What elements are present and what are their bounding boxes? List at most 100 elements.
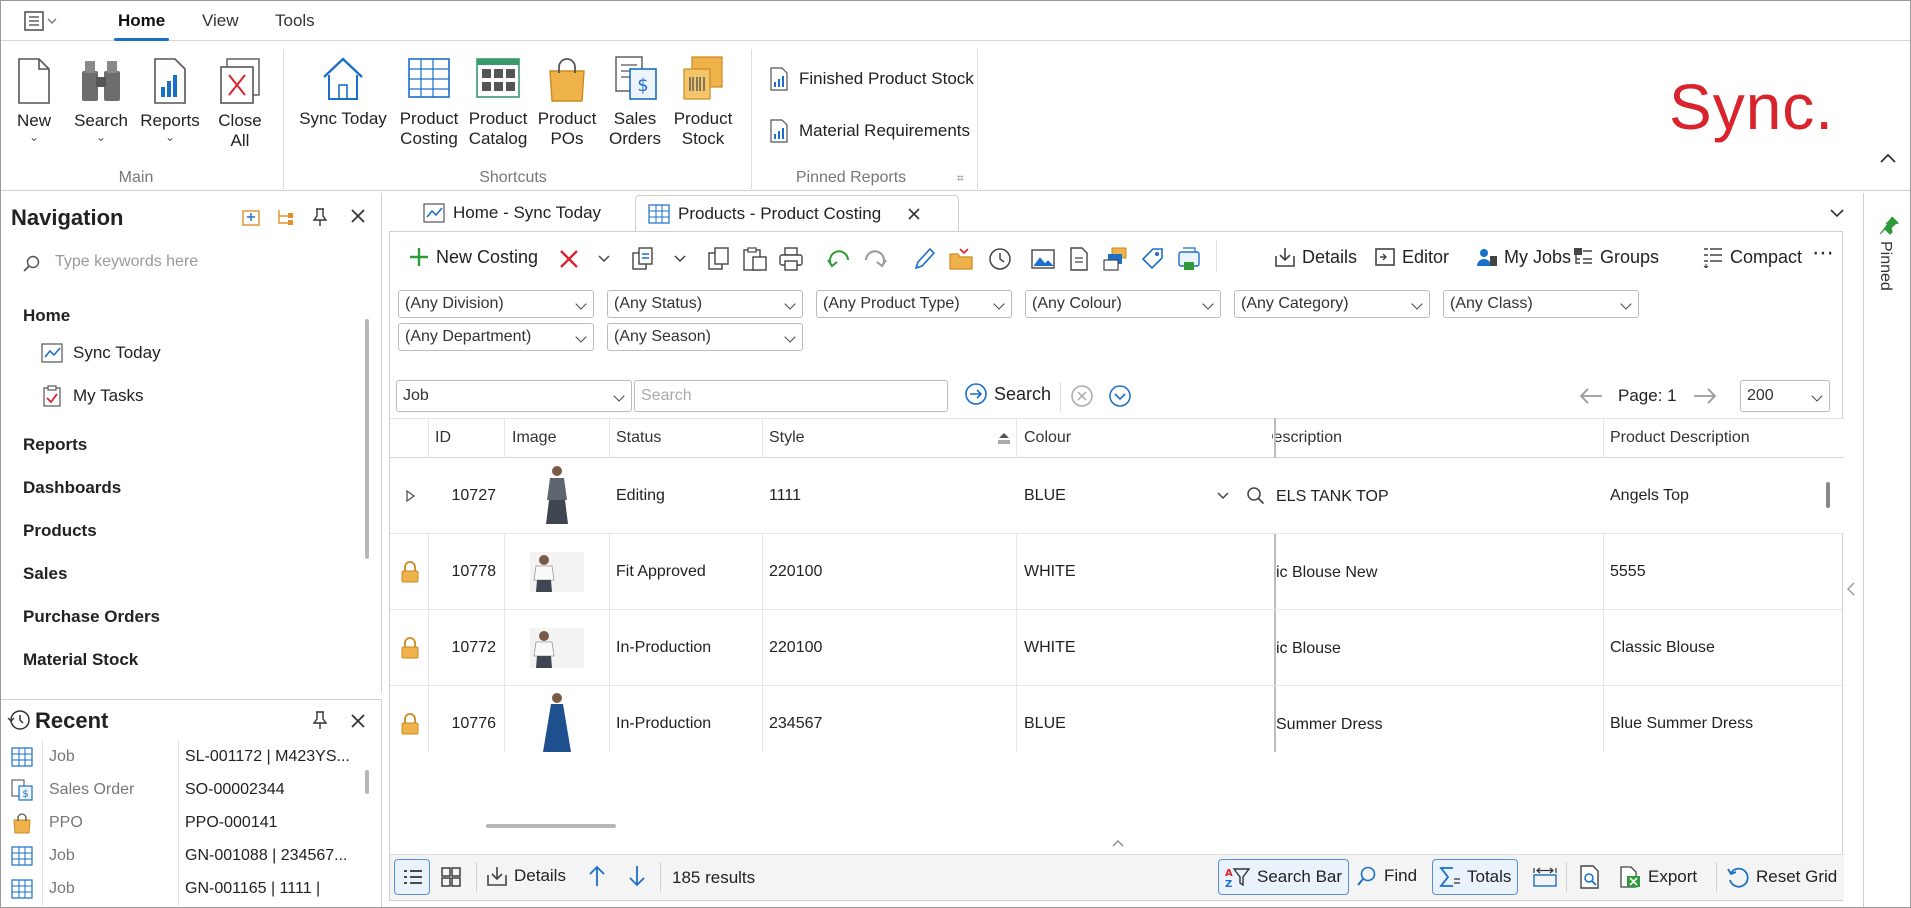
collapse-ribbon-icon[interactable]	[1879, 151, 1897, 165]
tree-view-icon[interactable]	[275, 207, 295, 227]
tag-icon[interactable]	[1140, 246, 1166, 272]
details-toggle-button[interactable]: Details	[1274, 246, 1357, 268]
tab-home-sync-today[interactable]: Home - Sync Today	[411, 195, 613, 231]
sort-ascending-icon[interactable]	[996, 432, 1012, 444]
edit-pencil-icon[interactable]	[912, 246, 936, 272]
compact-button[interactable]: Compact	[1702, 246, 1802, 268]
nav-section-dashboards[interactable]: Dashboards	[23, 478, 121, 498]
collapse-panel-icon[interactable]	[1110, 838, 1126, 848]
pinned-sidebar[interactable]: Pinned	[1863, 193, 1910, 907]
status-filter[interactable]: (Any Status)	[607, 290, 803, 318]
column-header-product-description[interactable]: Product Description	[1610, 418, 1750, 458]
reports-button[interactable]: Reports ⌄	[138, 57, 202, 143]
nav-item-my-tasks[interactable]: My Tasks	[41, 385, 144, 407]
product-thumbnail-image[interactable]	[530, 552, 584, 592]
list-view-button[interactable]	[394, 859, 430, 895]
arrow-down-icon[interactable]	[628, 864, 646, 888]
nav-item-sync-today[interactable]: Sync Today	[41, 343, 161, 363]
delete-icon[interactable]	[558, 248, 580, 270]
search-input[interactable]: Search	[634, 380, 948, 412]
recent-row[interactable]: $ Sales Order SO-00002344	[1, 773, 356, 806]
new-costing-button[interactable]: New Costing	[408, 246, 538, 268]
recent-row[interactable]: Job SL-001172 | M423YS...	[1, 740, 356, 773]
column-header-description[interactable]: Description	[1272, 418, 1657, 458]
open-folder-icon[interactable]	[948, 246, 974, 272]
product-thumbnail-image[interactable]	[540, 464, 574, 528]
column-header-style[interactable]: Style	[769, 418, 805, 458]
grid-vertical-scrollbar[interactable]	[1826, 482, 1830, 508]
search-bar-button[interactable]: AZ Search Bar	[1218, 859, 1350, 895]
navigation-scrollbar[interactable]	[365, 319, 369, 559]
product-type-filter[interactable]: (Any Product Type)	[816, 290, 1012, 318]
card-view-icon[interactable]	[440, 866, 462, 888]
expand-row-icon[interactable]	[400, 485, 420, 507]
details-button[interactable]: Details	[486, 865, 566, 887]
search-submit-button[interactable]: Search	[964, 382, 1051, 406]
print-preview-icon[interactable]	[1578, 864, 1602, 890]
export-button[interactable]: Export	[1618, 865, 1697, 889]
division-filter[interactable]: (Any Division)	[398, 290, 594, 318]
recent-row[interactable]: PPO PPO-000141	[1, 806, 356, 839]
shortcut-product-costing[interactable]: Product Costing	[397, 55, 461, 149]
shortcut-sync-today[interactable]: Sync Today	[297, 55, 389, 129]
copy-job-icon[interactable]	[630, 246, 656, 272]
expand-search-icon[interactable]	[1108, 384, 1132, 408]
document-copy-icon[interactable]	[1066, 246, 1092, 272]
copy-icon[interactable]	[706, 246, 732, 272]
tab-home[interactable]: Home	[113, 1, 170, 41]
shortcut-product-pos[interactable]: Product POs	[535, 55, 599, 149]
recent-scrollbar[interactable]	[365, 770, 369, 794]
close-icon[interactable]	[349, 207, 367, 225]
colour-lookup-search-icon[interactable]	[1246, 486, 1266, 506]
tab-products-product-costing[interactable]: Products - Product Costing	[635, 195, 959, 231]
totals-button[interactable]: Totals	[1432, 859, 1519, 895]
print-price-icon[interactable]	[1176, 246, 1202, 272]
table-row[interactable]: 10776 In-Production 234567 BLUE Summer Dress…	[390, 686, 1844, 752]
lock-icon[interactable]	[400, 637, 420, 659]
find-button[interactable]: Find	[1356, 865, 1417, 887]
fit-columns-icon[interactable]	[1532, 866, 1558, 888]
product-thumbnail-image[interactable]	[530, 628, 584, 668]
search-button[interactable]: Search ⌄	[73, 57, 129, 143]
nav-section-home[interactable]: Home	[23, 306, 70, 326]
tab-tools[interactable]: Tools	[275, 1, 315, 41]
previous-page-icon[interactable]	[1578, 386, 1604, 406]
close-icon[interactable]	[349, 712, 367, 730]
history-icon[interactable]	[986, 246, 1012, 272]
card-stack-icon[interactable]	[1102, 246, 1128, 272]
recent-row[interactable]: Job GN-001165 | 1111 |	[1, 872, 356, 905]
arrow-up-icon[interactable]	[588, 864, 606, 888]
grid-horizontal-scrollbar[interactable]	[486, 824, 616, 828]
column-header-id[interactable]: ID	[435, 418, 451, 458]
more-options-icon[interactable]: ⋯	[1812, 240, 1834, 266]
undo-icon[interactable]	[826, 248, 852, 270]
column-header-colour[interactable]: Colour	[1024, 418, 1071, 458]
season-filter[interactable]: (Any Season)	[607, 323, 803, 351]
groups-button[interactable]: Groups	[1572, 246, 1659, 268]
nav-section-products[interactable]: Products	[23, 521, 97, 541]
nav-section-material-stock[interactable]: Material Stock	[23, 650, 138, 670]
nav-section-purchase-orders[interactable]: Purchase Orders	[23, 607, 160, 627]
lock-icon[interactable]	[400, 713, 420, 735]
category-filter[interactable]: (Any Category)	[1234, 290, 1430, 318]
redo-icon[interactable]	[862, 248, 888, 270]
close-tab-icon[interactable]	[907, 207, 921, 221]
page-size-select[interactable]: 200	[1740, 380, 1830, 412]
close-all-button[interactable]: Close All	[215, 57, 265, 151]
table-row[interactable]: 10727 Editing 1111 BLUE ELS TANK TOP Angels T…	[390, 458, 1844, 534]
app-menu-icon[interactable]	[23, 10, 59, 32]
paste-icon[interactable]	[742, 246, 768, 272]
next-page-icon[interactable]	[1692, 386, 1718, 406]
product-thumbnail-image[interactable]	[540, 692, 574, 752]
nav-section-reports[interactable]: Reports	[23, 435, 87, 455]
tab-list-chevron-icon[interactable]	[1829, 207, 1845, 219]
reset-grid-button[interactable]: Reset Grid	[1726, 865, 1837, 889]
table-row[interactable]: 10778 Fit Approved 220100 WHITE ic Blouse Ne…	[390, 534, 1844, 610]
image-icon[interactable]	[1030, 246, 1056, 272]
colour-dropdown-chevron-icon[interactable]	[1216, 486, 1230, 506]
shortcut-product-catalog[interactable]: Product Catalog	[466, 55, 530, 149]
nav-section-sales[interactable]: Sales	[23, 564, 67, 584]
search-field-select[interactable]: Job	[396, 380, 632, 412]
navigation-search-input[interactable]: Type keywords here	[55, 253, 198, 271]
colour-filter[interactable]: (Any Colour)	[1025, 290, 1221, 318]
